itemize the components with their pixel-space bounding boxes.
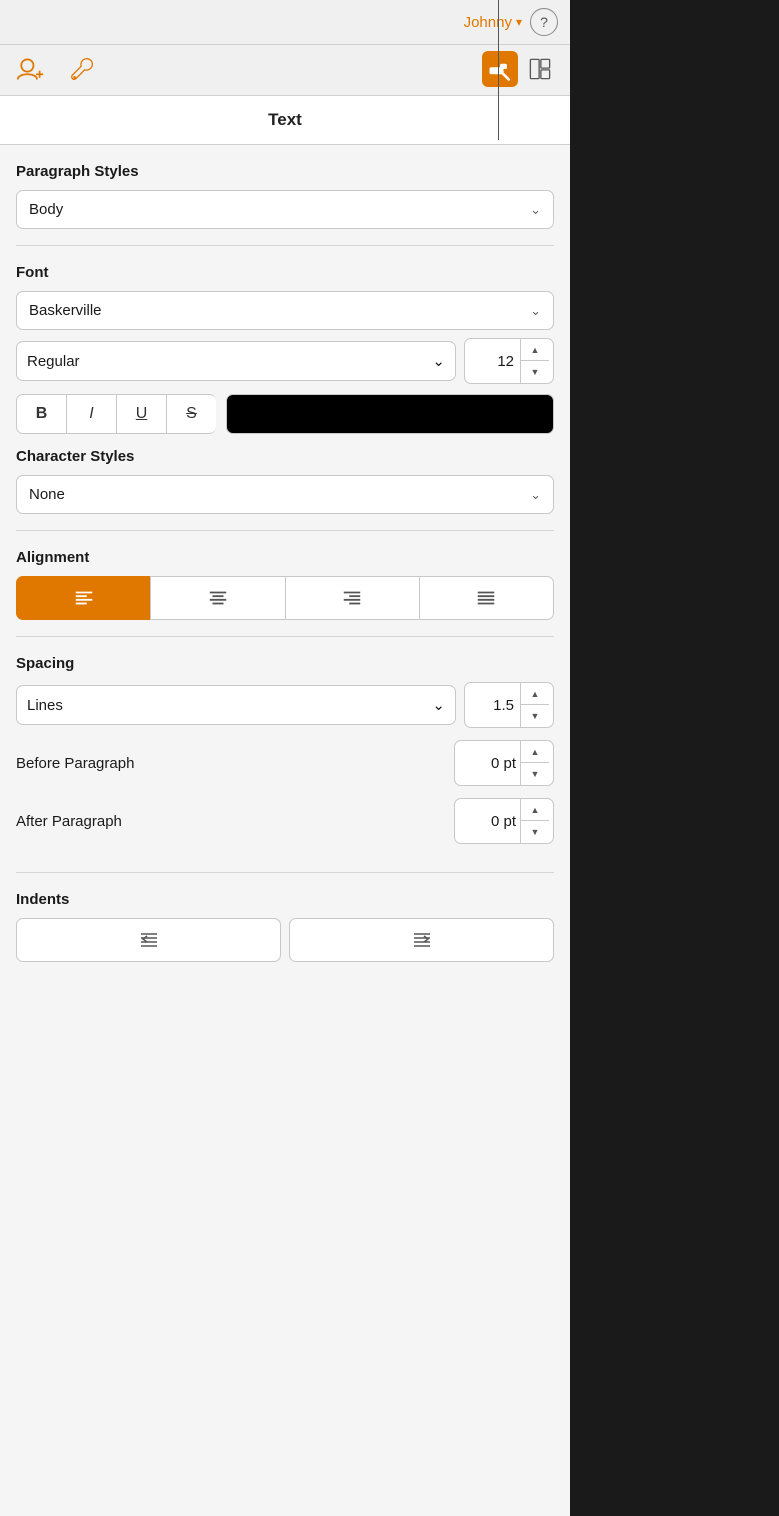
paragraph-styles-chevron-icon: ⌄ bbox=[530, 202, 541, 218]
help-label: ? bbox=[540, 14, 548, 30]
font-family-value: Baskerville bbox=[29, 302, 102, 319]
alignment-label: Alignment bbox=[16, 549, 554, 566]
paragraph-styles-dropdown[interactable]: Body ⌄ bbox=[16, 190, 554, 229]
spacing-increment-button[interactable]: ▲ bbox=[521, 683, 549, 705]
before-paragraph-field: ▲ ▼ bbox=[454, 740, 554, 786]
indents-row bbox=[16, 918, 554, 962]
before-paragraph-stepper: ▲ ▼ bbox=[520, 741, 549, 785]
font-size-stepper: ▲ ▼ bbox=[520, 339, 549, 383]
spacing-value-field: ▲ ▼ bbox=[464, 682, 554, 728]
align-right-button[interactable] bbox=[285, 576, 419, 620]
indents-label: Indents bbox=[16, 891, 554, 908]
format-button[interactable] bbox=[482, 51, 518, 87]
increase-indent-button[interactable] bbox=[289, 918, 554, 962]
font-style-value: Regular bbox=[27, 353, 80, 370]
spacing-type-value: Lines bbox=[27, 697, 63, 714]
help-button[interactable]: ? bbox=[530, 8, 558, 36]
after-paragraph-label: After Paragraph bbox=[16, 813, 122, 830]
paragraph-styles-value: Body bbox=[29, 201, 63, 218]
align-left-button[interactable] bbox=[16, 576, 150, 620]
strikethrough-button[interactable]: S bbox=[166, 394, 216, 434]
font-size-decrement-button[interactable]: ▼ bbox=[521, 361, 549, 383]
spacing-value-input[interactable] bbox=[465, 687, 520, 724]
alignment-section: Alignment bbox=[16, 531, 554, 637]
spacing-type-row: Lines ⌄ ▲ ▼ bbox=[16, 682, 554, 728]
italic-button[interactable]: I bbox=[66, 394, 116, 434]
font-style-dropdown[interactable]: Regular ⌄ bbox=[16, 341, 456, 381]
before-paragraph-increment-button[interactable]: ▲ bbox=[521, 741, 549, 763]
spacing-type-chevron-icon: ⌄ bbox=[432, 696, 445, 714]
section-title: Text bbox=[268, 110, 302, 129]
toolbar-row bbox=[0, 45, 570, 96]
indents-section: Indents bbox=[16, 873, 554, 978]
align-justify-icon bbox=[475, 587, 497, 609]
font-section: Font Baskerville ⌄ Regular ⌄ ▲ ▼ bbox=[16, 246, 554, 531]
font-family-dropdown[interactable]: Baskerville ⌄ bbox=[16, 291, 554, 330]
spacing-section: Spacing Lines ⌄ ▲ ▼ Before Paragraph bbox=[16, 637, 554, 873]
spacing-value-stepper: ▲ ▼ bbox=[520, 683, 549, 727]
panel-body: Paragraph Styles Body ⌄ Font Baskerville… bbox=[0, 145, 570, 1516]
bold-button[interactable]: B bbox=[16, 394, 66, 434]
align-justify-button[interactable] bbox=[419, 576, 554, 620]
after-paragraph-decrement-button[interactable]: ▼ bbox=[521, 821, 549, 843]
paragraph-styles-section: Paragraph Styles Body ⌄ bbox=[16, 145, 554, 246]
alignment-row bbox=[16, 576, 554, 620]
toolbar-left bbox=[12, 51, 100, 87]
align-center-icon bbox=[207, 587, 229, 609]
section-title-bar: Text bbox=[0, 96, 570, 145]
font-size-increment-button[interactable]: ▲ bbox=[521, 339, 549, 361]
user-name: Johnny bbox=[464, 14, 512, 31]
character-styles-dropdown[interactable]: None ⌄ bbox=[16, 475, 554, 514]
user-chevron-icon: ▾ bbox=[516, 15, 522, 29]
font-style-row: Regular ⌄ ▲ ▼ bbox=[16, 338, 554, 384]
add-user-button[interactable] bbox=[12, 51, 48, 87]
character-styles-value: None bbox=[29, 486, 65, 503]
character-styles-chevron-icon: ⌄ bbox=[530, 487, 541, 503]
before-paragraph-input[interactable] bbox=[455, 745, 520, 782]
font-label: Font bbox=[16, 264, 554, 281]
after-paragraph-stepper: ▲ ▼ bbox=[520, 799, 549, 843]
text-color-swatch[interactable] bbox=[226, 394, 554, 434]
wrench-button[interactable] bbox=[64, 51, 100, 87]
increase-indent-icon bbox=[410, 928, 434, 952]
user-dropdown[interactable]: Johnny ▾ bbox=[464, 14, 522, 31]
decrease-indent-icon bbox=[137, 928, 161, 952]
character-styles-label: Character Styles bbox=[16, 448, 554, 465]
font-style-chevron-icon: ⌄ bbox=[432, 352, 445, 370]
after-paragraph-input[interactable] bbox=[455, 803, 520, 840]
align-right-icon bbox=[341, 587, 363, 609]
top-bar: Johnny ▾ ? bbox=[0, 0, 570, 45]
before-paragraph-row: Before Paragraph ▲ ▼ bbox=[16, 740, 554, 786]
underline-button[interactable]: U bbox=[116, 394, 166, 434]
after-paragraph-field: ▲ ▼ bbox=[454, 798, 554, 844]
before-paragraph-label: Before Paragraph bbox=[16, 755, 134, 772]
font-size-input[interactable] bbox=[465, 343, 520, 380]
spacing-label: Spacing bbox=[16, 655, 554, 672]
align-center-button[interactable] bbox=[150, 576, 284, 620]
after-paragraph-increment-button[interactable]: ▲ bbox=[521, 799, 549, 821]
font-size-field: ▲ ▼ bbox=[464, 338, 554, 384]
decrease-indent-button[interactable] bbox=[16, 918, 281, 962]
spacing-type-dropdown[interactable]: Lines ⌄ bbox=[16, 685, 456, 725]
format-row: B I U S bbox=[16, 394, 554, 434]
before-paragraph-decrement-button[interactable]: ▼ bbox=[521, 763, 549, 785]
after-paragraph-row: After Paragraph ▲ ▼ bbox=[16, 798, 554, 844]
toolbar-right bbox=[482, 51, 558, 87]
layout-button[interactable] bbox=[522, 51, 558, 87]
font-family-chevron-icon: ⌄ bbox=[530, 303, 541, 319]
character-styles-subsection: Character Styles None ⌄ bbox=[16, 448, 554, 514]
spacing-decrement-button[interactable]: ▼ bbox=[521, 705, 549, 727]
paragraph-styles-label: Paragraph Styles bbox=[16, 163, 554, 180]
align-left-icon bbox=[73, 587, 95, 609]
